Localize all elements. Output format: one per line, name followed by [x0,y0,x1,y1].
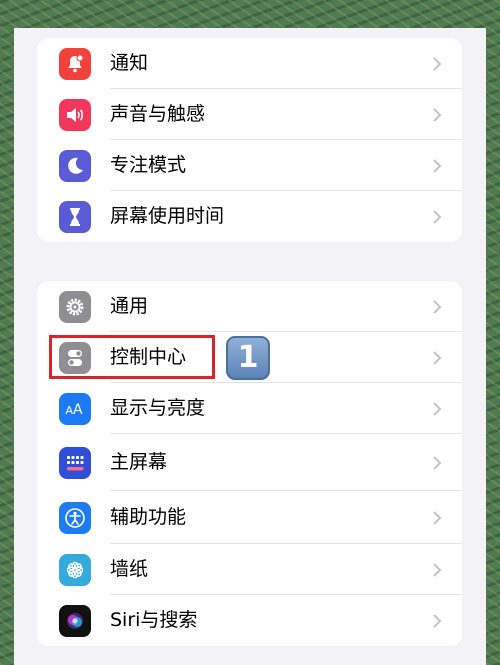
settings-item-wallpaper[interactable]: 墙纸 [37,544,462,595]
settings-item-label: 声音与触感 [110,103,206,125]
settings-item-label: 辅助功能 [110,506,187,528]
settings-screen: 通知 声音与触感 专注模式 屏幕使用时间 通用 控制中心 A A 显示与亮度 主… [14,28,486,665]
accessibility-icon [59,502,91,534]
settings-item-label: 墙纸 [110,558,149,580]
settings-item-label: 通用 [110,295,149,317]
settings-item-siri[interactable]: Siri与搜索 [37,595,462,646]
chevron-right-icon [433,563,442,577]
flower-icon [59,554,91,586]
home-grid-icon [59,447,91,479]
notifications-icon [59,48,91,80]
text-size-icon: AA [59,393,91,425]
svg-text:A: A [73,402,83,418]
settings-group-1: 通知 声音与触感 专注模式 屏幕使用时间 [37,38,462,242]
step-number-badge: 1 [226,336,270,380]
settings-item-label: 显示与亮度 [110,397,206,419]
settings-item-label: 通知 [110,52,149,74]
settings-item-accessibility[interactable]: 辅助功能 [37,491,462,544]
settings-item-general[interactable]: 通用 [37,281,462,332]
chevron-right-icon [433,402,442,416]
settings-item-label: Siri与搜索 [110,609,198,631]
settings-item-sound[interactable]: 声音与触感 [37,89,462,140]
sound-icon [59,99,91,131]
chevron-right-icon [433,351,442,365]
chevron-right-icon [433,210,442,224]
settings-item-display[interactable]: AA 显示与亮度 [37,383,462,434]
settings-item-focus[interactable]: 专注模式 [37,140,462,191]
settings-item-label: 主屏幕 [110,451,168,473]
chevron-right-icon [433,108,442,122]
settings-item-notifications[interactable]: 通知 [37,38,462,89]
settings-item-screen-time[interactable]: 屏幕使用时间 [37,191,462,242]
gear-icon [59,291,91,323]
hourglass-icon [59,201,91,233]
siri-icon [59,605,91,637]
chevron-right-icon [433,614,442,628]
chevron-right-icon [433,300,442,314]
settings-item-label: 屏幕使用时间 [110,205,225,227]
moon-icon [59,150,91,182]
chevron-right-icon [433,456,442,470]
settings-item-label: 专注模式 [110,154,187,176]
chevron-right-icon [433,511,442,525]
settings-item-home-screen[interactable]: 主屏幕 [37,434,462,491]
highlight-box [49,335,215,379]
chevron-right-icon [433,57,442,71]
chevron-right-icon [433,159,442,173]
